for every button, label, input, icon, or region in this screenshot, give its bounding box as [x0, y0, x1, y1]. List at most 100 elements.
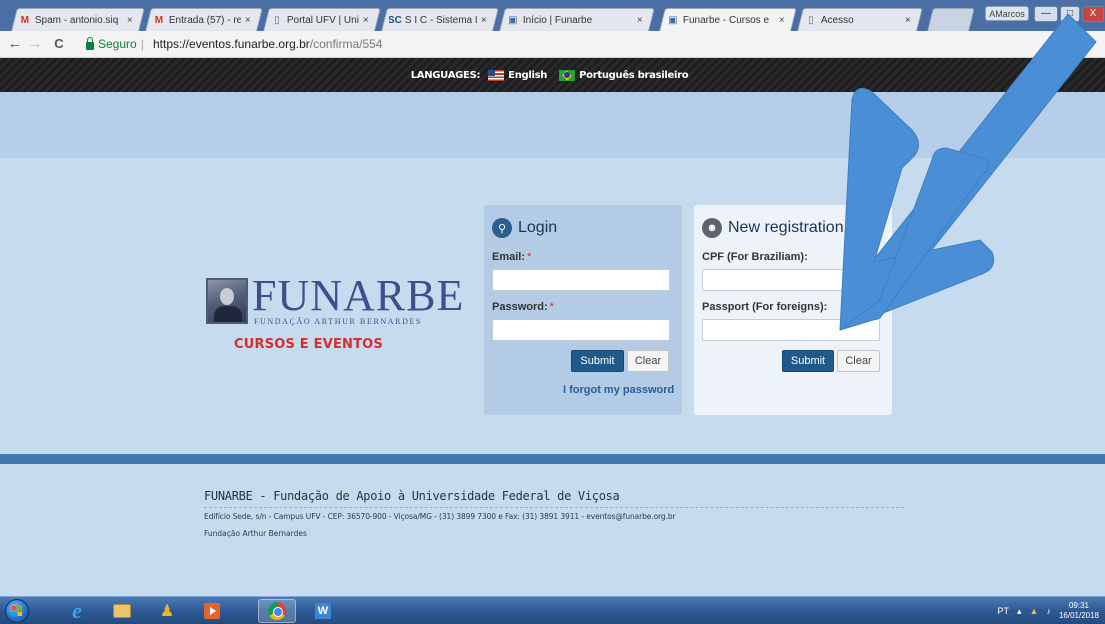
back-button[interactable]: ←: [6, 35, 24, 53]
clock[interactable]: 09:31 16/01/2018: [1059, 601, 1099, 621]
ie-icon[interactable]: e: [58, 598, 96, 623]
taskbar: e ♟ W PT ▴ ▲ ♪ 09:31 16/01/2018: [0, 596, 1105, 624]
close-tab-icon[interactable]: ×: [363, 15, 373, 26]
language-option-english[interactable]: English: [488, 69, 548, 81]
profile-badge[interactable]: AMarcos: [985, 6, 1029, 21]
browser-tab[interactable]: SC S I C - Sistema Inte ×: [381, 8, 499, 31]
tab-title: Acesso: [820, 14, 854, 26]
funarbe-logo[interactable]: FUNARBE FUNDAÇÃO ARTHUR BERNARDES: [206, 273, 463, 328]
close-tab-icon[interactable]: ×: [905, 15, 915, 26]
close-tab-icon[interactable]: ×: [481, 15, 491, 26]
url-separator: |: [140, 37, 144, 51]
footer: [0, 464, 1105, 596]
address-bar: ← → C Seguro | https://eventos.funarbe.o…: [0, 31, 1105, 58]
login-submit-button[interactable]: Submit: [571, 350, 624, 372]
hero-band: [0, 92, 1105, 158]
browser-tab[interactable]: M Entrada (57) - revis ×: [145, 8, 263, 31]
page-icon: ▯: [274, 14, 280, 26]
file-explorer-icon[interactable]: [103, 599, 141, 623]
url-field[interactable]: https://eventos.funarbe.org.br/confirma/…: [153, 37, 382, 51]
required-mark: *: [549, 301, 554, 313]
language-label: English: [508, 69, 548, 81]
password-label: Password: *: [492, 301, 554, 313]
secure-label: Seguro: [98, 37, 137, 51]
brazil-flag-icon: [559, 69, 576, 81]
people-icon[interactable]: ♟: [148, 599, 186, 623]
language-bar: LANGUAGES: English Português brasileiro: [0, 58, 1105, 92]
footer-org: Fundação Arthur Bernardes: [204, 529, 307, 538]
registration-clear-button[interactable]: Clear: [837, 350, 880, 372]
tab-title: Funarbe - Cursos e: [682, 14, 770, 26]
key-icon: ⚲: [492, 218, 512, 238]
browser-tab[interactable]: ▯ Portal UFV | Univer ×: [263, 8, 381, 31]
url-path: /confirma/554: [309, 37, 383, 51]
registration-title: New registration:: [728, 219, 849, 236]
clock-date: 16/01/2018: [1058, 611, 1099, 620]
login-title: Login: [518, 219, 558, 236]
login-panel: ⚲ Login Email: * Password: * Submit Clear …: [484, 205, 682, 415]
logo-wordmark: FUNARBE: [252, 271, 465, 320]
reload-button[interactable]: C: [50, 35, 68, 53]
browser-tab[interactable]: M Spam - antonio.siq ×: [11, 8, 145, 31]
gmail-icon: M: [20, 14, 30, 26]
close-window-button[interactable]: X: [1082, 6, 1104, 22]
close-tab-icon[interactable]: ×: [779, 15, 789, 26]
email-field[interactable]: [492, 269, 670, 291]
us-flag-icon: [488, 69, 505, 81]
tab-title: Spam - antonio.siq: [34, 14, 119, 26]
browser-tab[interactable]: ▣ Início | Funarbe ×: [499, 8, 655, 31]
languages-label: LANGUAGES:: [410, 69, 481, 81]
show-hidden-icons[interactable]: ▴: [1017, 606, 1022, 617]
browser-tab-strip: M Spam - antonio.siq × M Entrada (57) - revi…: [0, 0, 1105, 31]
footer-title: FUNARBE - Fundação de Apoio à Universida…: [204, 489, 620, 503]
browser-tab[interactable]: ▯ Acesso ×: [797, 8, 923, 31]
password-label-text: Password:: [492, 301, 548, 313]
minimize-button[interactable]: —: [1034, 6, 1058, 22]
gmail-icon: M: [154, 14, 164, 26]
portrait-icon: [206, 278, 248, 324]
forward-button[interactable]: →: [26, 35, 44, 53]
registration-panel: ☻ New registration: CPF (For Braziliam):…: [694, 205, 892, 415]
language-label: Português brasileiro: [579, 69, 689, 81]
security-indicator[interactable]: Seguro |: [86, 36, 144, 51]
login-heading: ⚲ Login: [492, 218, 557, 238]
login-clear-button[interactable]: Clear: [627, 350, 669, 372]
passport-label: Passport (For foreigns):: [702, 301, 828, 313]
cpf-label: CPF (For Braziliam):: [702, 251, 808, 263]
word-icon[interactable]: W: [304, 599, 342, 623]
media-player-icon[interactable]: [193, 599, 231, 623]
footer-divider: [204, 507, 904, 508]
network-icon[interactable]: ▲: [1030, 606, 1039, 616]
chrome-icon[interactable]: [258, 599, 296, 623]
funarbe-icon: ▣: [668, 14, 678, 26]
registration-submit-button[interactable]: Submit: [782, 350, 834, 372]
email-label-text: Email:: [492, 251, 526, 263]
funarbe-icon: ▣: [508, 14, 518, 26]
footer-stripe: [0, 454, 1105, 464]
logo-tagline: CURSOS E EVENTOS: [234, 337, 383, 352]
footer-address: Edifício Sede, s/n - Campus UFV - CEP: 3…: [204, 512, 676, 521]
tab-title: Entrada (57) - revis: [168, 14, 241, 26]
passport-field[interactable]: [702, 319, 880, 341]
page-icon: ▯: [808, 14, 814, 26]
new-tab-button[interactable]: [927, 8, 975, 31]
input-language[interactable]: PT: [997, 606, 1009, 616]
language-option-portuguese[interactable]: Português brasileiro: [559, 69, 689, 81]
logo-subtitle: FUNDAÇÃO ARTHUR BERNARDES: [254, 317, 422, 326]
close-tab-icon[interactable]: ×: [637, 15, 647, 26]
lock-icon: [86, 36, 94, 50]
browser-tab[interactable]: ▣ Funarbe - Cursos e ×: [659, 8, 797, 31]
cpf-field[interactable]: [702, 269, 880, 291]
system-tray: PT ▴ ▲ ♪ 09:31 16/01/2018: [997, 601, 1099, 621]
forgot-password-link[interactable]: I forgot my password: [563, 384, 674, 396]
volume-icon[interactable]: ♪: [1046, 606, 1051, 616]
registration-heading: ☻ New registration:: [702, 218, 848, 238]
close-tab-icon[interactable]: ×: [245, 15, 255, 26]
password-field[interactable]: [492, 319, 670, 341]
start-button[interactable]: [5, 599, 29, 623]
email-label: Email: *: [492, 251, 531, 263]
maximize-button[interactable]: □: [1060, 6, 1080, 22]
clock-time: 09:31: [1068, 601, 1089, 610]
close-tab-icon[interactable]: ×: [127, 15, 137, 26]
tab-title: S I C - Sistema Inte: [404, 14, 477, 26]
